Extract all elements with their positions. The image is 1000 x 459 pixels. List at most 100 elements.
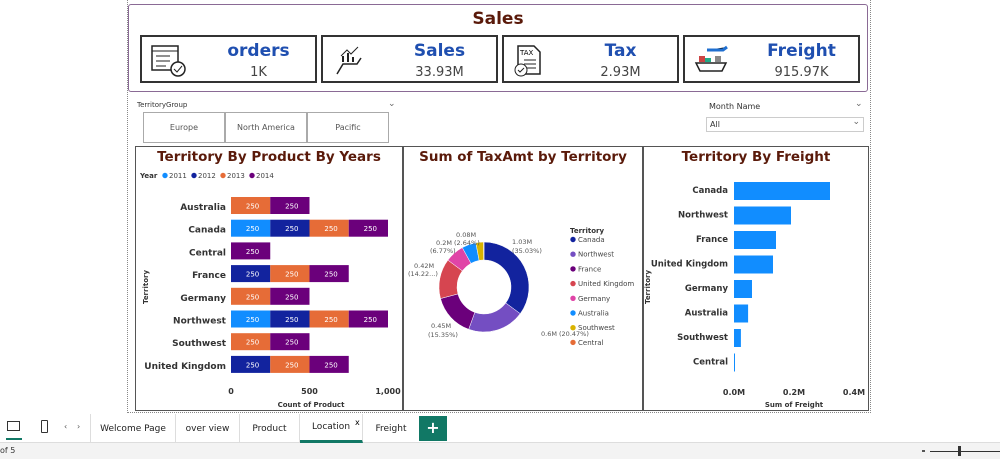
- tab-welcome-page[interactable]: Welcome Page: [90, 414, 176, 443]
- legend-marker: [570, 295, 576, 301]
- zoom-slider[interactable]: [930, 451, 1000, 452]
- chevron-down-icon[interactable]: ⌄: [855, 99, 863, 109]
- data-label: 250: [285, 316, 298, 324]
- legend-title: Year: [139, 172, 158, 180]
- legend-marker: [220, 172, 226, 179]
- month-dropdown[interactable]: All ⌄: [706, 117, 864, 132]
- data-label: 250: [285, 203, 298, 211]
- x-tick-label: 0.2M: [783, 388, 805, 397]
- month-dropdown-value: All: [710, 120, 720, 129]
- mobile-view-icon[interactable]: [41, 420, 48, 433]
- slicer-option-europe[interactable]: Europe: [143, 112, 225, 143]
- slicer-option-north-america[interactable]: North America: [225, 112, 307, 143]
- category-label: Central: [189, 248, 226, 258]
- legend-label: 2013: [227, 172, 245, 180]
- legend-label: 2014: [256, 172, 274, 180]
- legend-marker: [570, 339, 576, 346]
- tab-over-view[interactable]: over view: [176, 414, 240, 443]
- legend-marker: [570, 251, 576, 257]
- data-label: 250: [364, 316, 377, 324]
- freight-by-territory-chart: Territory By Freight Canada Northwest Fran…: [643, 146, 869, 411]
- data-label: 250: [246, 225, 259, 233]
- category-label: Southwest: [172, 339, 227, 349]
- svg-text:TAX: TAX: [519, 49, 534, 57]
- kpi-tax: TAX Tax 2.93M: [502, 35, 679, 83]
- close-tab-icon[interactable]: x: [355, 418, 360, 427]
- category-label: Australia: [180, 203, 226, 213]
- bar: [734, 231, 776, 249]
- tax-document-icon: TAX: [514, 45, 541, 77]
- month-slicer-label: Month Name: [709, 102, 761, 111]
- data-label: (6.77%): [430, 247, 456, 255]
- tax-by-territory-chart: Sum of TaxAmt by Territory 1.03M (35.03%)…: [403, 146, 643, 411]
- freight-ship-plane-icon: [694, 45, 728, 72]
- data-label: 250: [246, 248, 259, 256]
- order-checklist-icon: [151, 45, 186, 77]
- y-axis-label: Territory: [142, 270, 150, 305]
- category-label: France: [696, 235, 728, 245]
- desktop-view-icon[interactable]: [7, 421, 20, 431]
- legend-marker: [570, 236, 576, 243]
- x-tick-label: 0: [228, 387, 234, 396]
- zoom-out-icon[interactable]: [922, 450, 925, 452]
- kpi-value: 915.97K: [774, 65, 829, 80]
- kpi-value: 2.93M: [600, 65, 641, 80]
- legend-label: Central: [578, 339, 604, 347]
- legend-marker: [570, 325, 576, 331]
- legend-label: Australia: [578, 310, 609, 318]
- data-label: 250: [364, 225, 377, 233]
- tab-product[interactable]: Product: [240, 414, 300, 443]
- data-label: 250: [246, 361, 259, 369]
- next-page-icon[interactable]: ›: [77, 422, 80, 431]
- data-label: 0.42M: [414, 262, 434, 270]
- bar: [734, 206, 791, 225]
- bar: [734, 255, 773, 274]
- category-label: United Kingdom: [651, 260, 728, 270]
- data-label: 250: [285, 225, 298, 233]
- legend-marker: [570, 310, 576, 316]
- data-label: 0.2M (2.64%): [436, 239, 480, 247]
- bar: [734, 304, 749, 323]
- zoom-slider-thumb[interactable]: [958, 446, 961, 456]
- tab-location[interactable]: Location: [300, 414, 363, 443]
- legend-marker: [162, 172, 168, 179]
- status-bar: of 5: [0, 443, 1000, 459]
- page-tab-bar: ‹ › Welcome Page over view Product Locat…: [0, 414, 1000, 443]
- data-label: 250: [246, 203, 259, 211]
- data-label: 250: [285, 339, 298, 347]
- legend-marker: [570, 266, 576, 272]
- category-label: Canada: [188, 226, 226, 236]
- category-label: Southwest: [677, 333, 728, 343]
- data-label: 250: [324, 361, 337, 369]
- kpi-label: Tax: [604, 41, 637, 61]
- kpi-label: Sales: [413, 41, 466, 61]
- legend-label: Germany: [578, 295, 610, 303]
- kpi-value: 33.93M: [415, 65, 464, 80]
- sales-title: Sales: [472, 9, 524, 29]
- tab-freight[interactable]: Freight: [363, 414, 419, 443]
- add-page-button[interactable]: +: [419, 416, 447, 441]
- prev-page-icon[interactable]: ‹: [64, 422, 67, 431]
- x-tick-label: 0.4M: [843, 388, 865, 397]
- bar: [734, 353, 735, 372]
- legend-marker: [191, 172, 197, 179]
- x-axis-label: Count of Product: [278, 401, 346, 409]
- legend-marker: [249, 172, 255, 179]
- bar: [734, 182, 830, 200]
- kpi-value: 1K: [250, 65, 267, 80]
- data-label: 250: [285, 293, 298, 301]
- category-label: Northwest: [678, 211, 728, 221]
- data-label: (15.35%): [428, 331, 458, 339]
- legend-label: Southwest: [578, 324, 615, 332]
- data-label: 250: [246, 271, 259, 279]
- slicer-option-pacific[interactable]: Pacific: [307, 112, 389, 143]
- chevron-down-icon[interactable]: ⌄: [388, 99, 396, 109]
- category-label: United Kingdom: [144, 362, 226, 372]
- data-label: 250: [285, 361, 298, 369]
- kpi-orders: orders 1K: [140, 35, 317, 83]
- sales-growth-hand-icon: [336, 46, 362, 75]
- page-count: of 5: [0, 446, 16, 455]
- legend-label: Canada: [578, 236, 605, 244]
- category-label: France: [192, 271, 226, 281]
- category-label: Germany: [685, 284, 729, 294]
